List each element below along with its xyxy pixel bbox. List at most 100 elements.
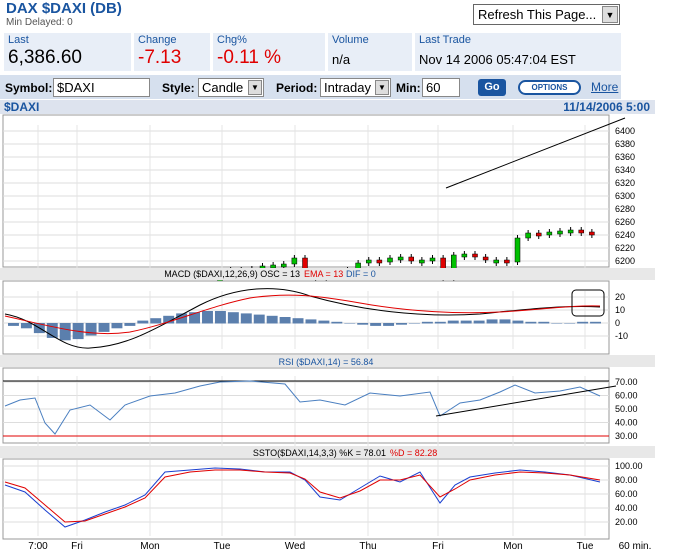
candle [525,232,531,239]
period-label: Period: [276,81,318,95]
tick-label: 60.00 [615,489,638,499]
tick-label: 40.00 [615,503,638,513]
macd-bar [512,320,524,324]
macd-bar [344,323,356,324]
time-axis-label: Mon [140,541,159,552]
period-select[interactable]: Intraday ▼ [320,78,391,97]
macd-bar [266,315,278,324]
delay-note: Min Delayed: 0 [6,17,73,28]
candle [419,259,425,264]
chgpct-box: Chg% -0.11 % [213,33,325,71]
macd-bar [240,313,252,324]
tick-label: 6300 [615,191,635,201]
change-label: Change [138,34,177,46]
min-label: Min: [396,81,421,95]
tick-label: 100.00 [615,461,643,471]
symbol-input[interactable]: $DAXI [53,78,150,97]
volume-box: Volume n/a [328,33,412,71]
candle [291,257,298,265]
candle [270,264,276,269]
candle [461,253,468,258]
candle [281,263,287,268]
tick-label: 6400 [615,126,635,136]
macd-axis: 20 10 0 -10 [615,292,628,341]
change-value: -7.13 [138,47,182,68]
go-button[interactable]: Go [478,79,506,96]
lasttrade-value: Nov 14 2006 05:47:04 EST [419,52,576,67]
macd-bar [124,323,136,326]
tick-label: 10 [615,305,625,315]
time-axis-label: 60 min. [619,541,652,552]
candle [578,229,584,234]
lasttrade-label: Last Trade [419,34,471,46]
chart-date: 11/14/2006 5:00 [563,100,650,114]
macd-bar [460,320,472,324]
period-select-value: Intraday [324,80,371,95]
time-axis-label: Thu [359,541,376,552]
style-select[interactable]: Candle ▼ [198,78,264,97]
tick-label: 6360 [615,152,635,162]
options-button[interactable]: OPTIONS [518,80,581,95]
ssto-panel [2,458,610,540]
candle [408,256,414,262]
min-input[interactable]: 60 [422,78,460,97]
chgpct-value: -0.11 % [217,47,282,68]
tick-label: 70.00 [615,377,638,387]
time-axis-label: Wed [285,541,305,552]
ssto-d-label: %D = 82.28 [390,448,437,458]
lasttrade-box: Last Trade Nov 14 2006 05:47:04 EST [415,33,621,71]
macd-bar [214,311,226,324]
chevron-down-icon: ▼ [602,6,618,23]
chevron-down-icon: ▼ [375,80,389,95]
candle [504,259,510,264]
macd-bar [383,323,395,326]
style-label: Style: [162,81,195,95]
last-value: 6,386.60 [8,47,82,68]
macd-bar [525,321,537,324]
last-label: Last [8,34,29,46]
time-axis-label: Tue [214,541,231,552]
rsi-axis: 70.00 60.00 50.00 40.00 30.00 [615,377,638,441]
macd-bar [434,321,446,324]
tick-label: 6380 [615,139,635,149]
macd-label: MACD ($DAXI,12,26,9) OSC = 13 [164,269,300,279]
candle [429,257,436,262]
macd-bar [150,318,162,324]
macd-bar [590,321,601,324]
macd-bar [227,312,239,324]
page-title: DAX $DAXI (DB) [6,0,122,17]
macd-bar [253,314,265,324]
tick-label: -10 [615,331,628,341]
candle [514,237,521,263]
macd-bar [292,318,304,324]
refresh-select-value: Refresh This Page... [478,7,597,22]
refresh-select[interactable]: Refresh This Page... ▼ [473,4,620,25]
candle [397,256,404,261]
macd-bar [331,321,343,324]
ssto-axis: 100.00 80.00 60.00 40.00 20.00 [615,461,643,527]
macd-bar [486,319,498,324]
tick-label: 6340 [615,165,635,175]
time-axis: 7:00 Fri Mon Tue Wed Thu Fri Mon Tue 60 min. [28,541,651,552]
macd-bar [98,323,110,332]
time-axis-label: Tue [577,541,594,552]
macd-bar [551,323,563,324]
macd-bar [318,320,330,324]
more-link[interactable]: More [591,80,618,94]
macd-ema-label: EMA = 13 [304,269,343,279]
price-chart: $DAXI 11/14/2006 5:00 6400 6380 6360 6340 63… [0,100,655,552]
macd-bar [59,323,71,341]
time-axis-label: Fri [432,541,444,552]
macd-bar [396,323,407,325]
rsi-label: RSI ($DAXI,14) = 56.84 [279,357,374,367]
macd-bar [577,321,589,324]
volume-label: Volume [332,34,369,46]
macd-bar [202,311,213,324]
candle [589,231,595,236]
candle [482,256,489,261]
macd-bar [447,320,459,324]
macd-bar [408,323,420,324]
chevron-down-icon: ▼ [248,80,262,95]
tick-label: 20 [615,292,625,302]
tick-label: 6260 [615,217,635,227]
